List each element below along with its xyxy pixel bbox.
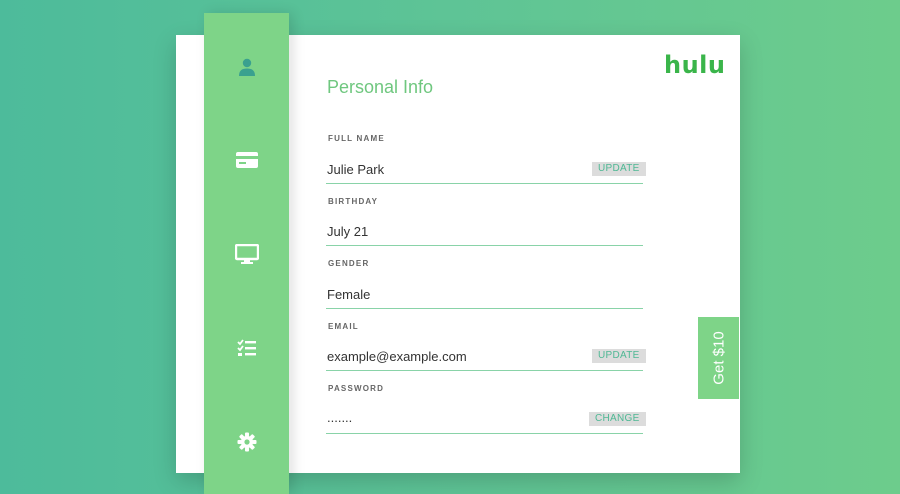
user-icon bbox=[237, 57, 257, 77]
full-name-label: FULL NAME bbox=[328, 134, 385, 143]
sidebar-item-profile[interactable] bbox=[204, 47, 289, 87]
password-label: PASSWORD bbox=[328, 384, 385, 393]
birthday-underline bbox=[326, 245, 643, 246]
full-name-underline bbox=[326, 183, 643, 184]
credit-card-icon bbox=[235, 152, 258, 168]
sidebar-item-devices[interactable] bbox=[204, 234, 289, 274]
promo-label: Get $10 bbox=[710, 331, 727, 385]
birthday-value: July 21 bbox=[327, 224, 369, 239]
sidebar-item-watchlist[interactable] bbox=[204, 328, 289, 368]
password-value: ....... bbox=[327, 410, 353, 425]
full-name-value: Julie Park bbox=[327, 162, 385, 177]
sidebar bbox=[204, 13, 289, 494]
sidebar-item-billing[interactable] bbox=[204, 140, 289, 180]
email-value: example@example.com bbox=[327, 349, 467, 364]
get-10-promo-button[interactable]: Get $10 bbox=[698, 317, 739, 399]
gender-label: GENDER bbox=[328, 259, 370, 268]
email-underline bbox=[326, 370, 643, 371]
gender-underline bbox=[326, 308, 643, 309]
email-label: EMAIL bbox=[328, 322, 359, 331]
gender-value: Female bbox=[327, 287, 371, 302]
sidebar-item-settings[interactable] bbox=[204, 422, 289, 462]
monitor-icon bbox=[234, 244, 259, 264]
change-password-button[interactable]: CHANGE bbox=[589, 412, 646, 426]
page-title: Personal Info bbox=[327, 77, 434, 97]
checklist-icon bbox=[236, 339, 257, 357]
password-underline bbox=[326, 433, 643, 434]
update-email-button[interactable]: UPDATE bbox=[592, 349, 646, 363]
hulu-logo: hulu bbox=[664, 51, 726, 79]
update-name-button[interactable]: UPDATE bbox=[592, 162, 646, 176]
gear-icon bbox=[237, 432, 257, 452]
birthday-label: BIRTHDAY bbox=[328, 197, 379, 206]
